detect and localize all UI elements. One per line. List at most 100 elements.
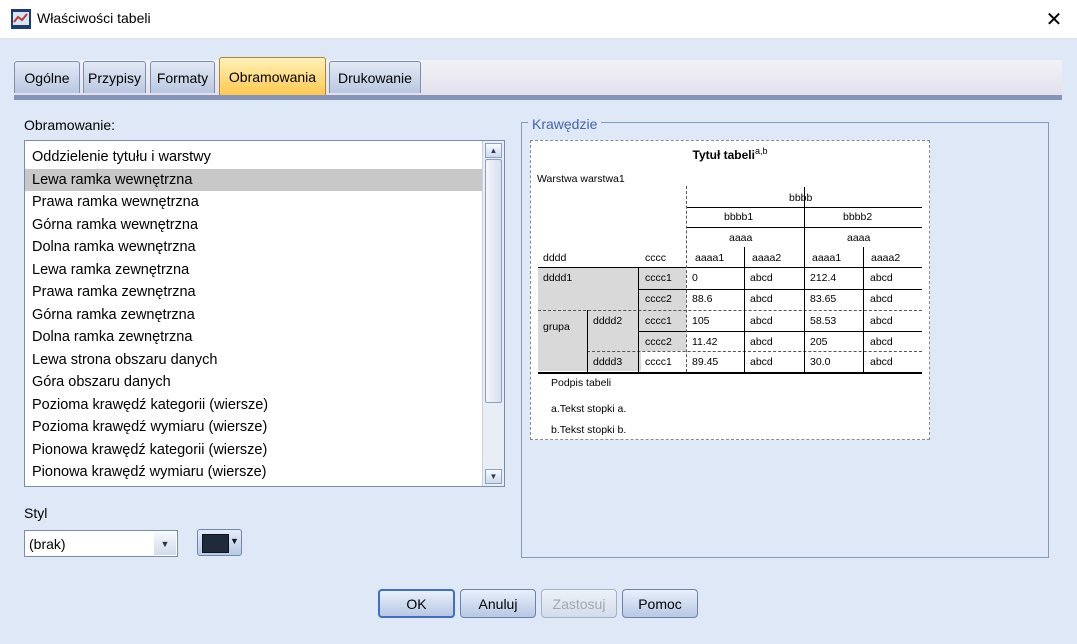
tab-footnotes[interactable]: Przypisy xyxy=(83,61,146,93)
col-header-a2: aaaa xyxy=(847,232,871,244)
table-cell: 11.42 xyxy=(692,336,718,348)
table-cell: 212.4 xyxy=(810,272,837,284)
tab-formats[interactable]: Formaty xyxy=(150,61,215,93)
style-label: Styl xyxy=(24,505,48,521)
scroll-thumb[interactable] xyxy=(485,159,502,403)
list-scrollbar[interactable]: ▲ ▼ xyxy=(482,141,504,486)
preview-caption: Podpis tabeli xyxy=(551,377,612,389)
table-cell: 58.53 xyxy=(810,315,837,327)
table-cell: abcd xyxy=(870,315,893,327)
list-item[interactable]: Góra obszaru danych xyxy=(25,371,483,393)
color-picker-button[interactable]: ▼ xyxy=(197,529,242,556)
table-cell: 0 xyxy=(692,272,698,284)
border-listbox[interactable]: Oddzielenie tytułu i warstwy Lewa ramka w… xyxy=(24,140,505,487)
list-item[interactable]: Oddzielenie tytułu i warstwy xyxy=(25,146,483,168)
triangle-down-icon: ▼ xyxy=(489,472,498,481)
list-item[interactable]: Pionowa krawędź wymiaru (wiersze) xyxy=(25,461,483,483)
rule xyxy=(744,247,745,372)
preview-layer: Warstwa warstwa1 xyxy=(537,173,625,185)
list-item[interactable]: Lewa ramka wewnętrzna xyxy=(25,168,483,191)
col-leaf: aaaa1 xyxy=(695,252,725,264)
list-item[interactable]: Górna ramka zewnętrzna xyxy=(25,304,483,326)
row-header-c: cccc1 xyxy=(645,272,672,284)
app-icon xyxy=(11,9,31,29)
rule xyxy=(587,310,588,372)
rule xyxy=(863,247,864,372)
tab-borders[interactable]: Obramowania xyxy=(219,57,326,95)
col-header-top: bbbb xyxy=(789,192,813,204)
list-item[interactable]: Lewa strona obszaru danych xyxy=(25,349,483,371)
tab-underline xyxy=(14,95,1062,100)
list-item[interactable]: Prawa ramka zewnętrzna xyxy=(25,281,483,303)
title-bar: Właściwości tabeli ✕ xyxy=(0,0,1077,39)
scroll-up-button[interactable]: ▲ xyxy=(485,143,502,158)
table-cell: abcd xyxy=(870,336,893,348)
preview-footnote-a: a.Tekst stopki a. xyxy=(551,403,627,415)
list-item[interactable]: Pozioma krawędź kategorii (wiersze) xyxy=(25,394,483,416)
tab-label: Obramowania xyxy=(228,68,317,85)
table-cell: abcd xyxy=(750,356,773,368)
table-cell: 88.6 xyxy=(692,293,713,305)
triangle-up-icon: ▲ xyxy=(489,146,498,155)
row-header-c: cccc2 xyxy=(645,293,672,305)
row-header-c: cccc1 xyxy=(645,315,672,327)
rule xyxy=(804,187,805,372)
row-header-d: dddd3 xyxy=(593,356,623,368)
table-cell: abcd xyxy=(870,272,893,284)
list-item[interactable]: Lewa ramka zewnętrzna xyxy=(25,259,483,281)
table-cell: 30.0 xyxy=(810,356,831,368)
table-cell: abcd xyxy=(750,293,773,305)
tab-label: Drukowanie xyxy=(338,69,412,86)
list-item[interactable]: Dolna ramka zewnętrzna xyxy=(25,326,483,348)
edges-group-title: Krawędzie xyxy=(528,116,602,132)
close-button[interactable]: ✕ xyxy=(1031,0,1077,38)
ok-label: OK xyxy=(406,595,427,612)
table-preview[interactable]: Tytuł tabelia,b Warstwa warstwa1 bbbb bb… xyxy=(530,140,930,440)
list-item[interactable]: Prawa ramka wewnętrzna xyxy=(25,191,483,213)
rule xyxy=(638,267,639,372)
list-item[interactable]: Pionowa krawędź kategorii (wiersze) xyxy=(25,439,483,461)
help-button[interactable]: Pomoc xyxy=(622,589,698,618)
list-item[interactable]: Górna ramka wewnętrzna xyxy=(25,214,483,236)
caret-down-icon: ▼ xyxy=(230,536,239,546)
tab-printing[interactable]: Drukowanie xyxy=(329,61,421,93)
cancel-label: Anuluj xyxy=(478,595,518,612)
close-icon: ✕ xyxy=(1045,8,1063,31)
table-cell: abcd xyxy=(870,293,893,305)
help-label: Pomoc xyxy=(638,595,682,612)
col-leaf: aaaa2 xyxy=(752,252,782,264)
col-header-b2: bbbb2 xyxy=(843,211,873,223)
col-header-b1: bbbb1 xyxy=(724,211,754,223)
rule xyxy=(638,289,922,290)
row-dim-header: dddd xyxy=(543,252,567,264)
cancel-button[interactable]: Anuluj xyxy=(460,589,536,618)
row-header-c: cccc2 xyxy=(645,336,672,348)
ok-button[interactable]: OK xyxy=(378,589,455,618)
list-item[interactable]: Dolna ramka wewnętrzna xyxy=(25,236,483,258)
tab-label: Ogólne xyxy=(24,69,70,86)
table-cell: abcd xyxy=(870,356,893,368)
row-header-d: dddd1 xyxy=(543,272,573,284)
color-swatch xyxy=(202,534,229,553)
rule xyxy=(538,372,922,374)
table-cell: 205 xyxy=(810,336,828,348)
table-cell: abcd xyxy=(750,315,773,327)
tab-general[interactable]: Ogólne xyxy=(14,61,80,93)
col-leaf: aaaa2 xyxy=(871,252,901,264)
chevron-down-icon[interactable]: ▼ xyxy=(154,532,176,555)
apply-button[interactable]: Zastosuj xyxy=(541,589,617,618)
table-cell: abcd xyxy=(750,336,773,348)
list-item[interactable]: Pozioma krawędź wymiaru (wiersze) xyxy=(25,416,483,438)
style-select[interactable]: (brak) ▼ xyxy=(24,530,178,557)
tab-label: Formaty xyxy=(156,69,209,86)
scroll-down-button[interactable]: ▼ xyxy=(485,469,502,484)
table-cell: 89.45 xyxy=(692,356,719,368)
border-list-label: Obramowanie: xyxy=(24,117,116,133)
row-header-c: cccc1 xyxy=(645,356,672,368)
row-c-header: cccc xyxy=(645,252,666,264)
row-group-label: grupa xyxy=(543,321,570,333)
col-header-a1: aaaa xyxy=(729,232,753,244)
preview-title-sup: a,b xyxy=(754,146,768,156)
preview-title: Tytuł tabelia,b xyxy=(531,146,929,162)
window-title: Właściwości tabeli xyxy=(37,10,151,26)
